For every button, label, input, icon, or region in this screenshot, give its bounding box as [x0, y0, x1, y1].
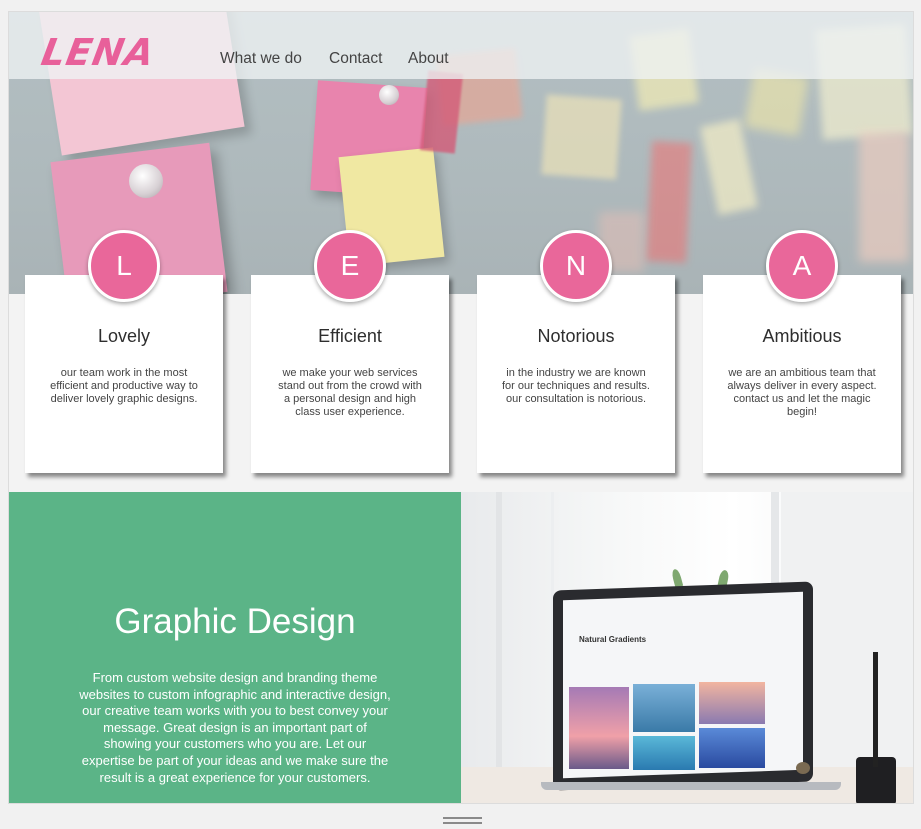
letter-badge-l: L	[88, 230, 160, 302]
resize-handle[interactable]	[443, 817, 482, 819]
card-text: our team work in the most efficient and …	[50, 367, 198, 405]
letter-badge-e: E	[314, 230, 386, 302]
logo[interactable]: LENA	[38, 31, 158, 74]
letter-badge-n: N	[540, 230, 612, 302]
card-text: we are an ambitious team that always del…	[727, 367, 877, 418]
navbar: LENA What we do Contact About	[9, 12, 913, 79]
letter-badge-a: A	[766, 230, 838, 302]
card-title: Efficient	[318, 326, 382, 346]
feature-card-ambitious: A Ambitious we are an ambitious team tha…	[703, 230, 901, 473]
card-text: we make your web services stand out from…	[278, 367, 422, 418]
laptop-photo: Natural Gradients	[461, 492, 913, 803]
feature-card-lovely: L Lovely our team work in the most effic…	[25, 230, 223, 473]
screen-heading: Natural Gradients	[579, 635, 647, 644]
graphic-design-section: Graphic Design From custom website desig…	[9, 492, 461, 803]
card-title: Ambitious	[762, 326, 842, 346]
card-title: Lovely	[97, 326, 151, 346]
resize-handle[interactable]	[443, 822, 482, 824]
nav-link-about[interactable]: About	[408, 50, 449, 68]
nav-link-what-we-do[interactable]: What we do	[220, 50, 302, 68]
feature-card-notorious: N Notorious in the industry we are known…	[477, 230, 675, 473]
section-text: From custom website design and branding …	[79, 670, 391, 785]
nav-link-contact[interactable]: Contact	[329, 50, 382, 68]
card-title: Notorious	[537, 326, 615, 346]
section-title: Graphic Design	[114, 602, 356, 641]
page-frame: LENA What we do Contact About L Lovely o…	[8, 11, 914, 804]
card-text: in the industry we are known for our tec…	[502, 367, 650, 405]
feature-card-efficient: E Efficient we make your web services st…	[251, 230, 449, 473]
